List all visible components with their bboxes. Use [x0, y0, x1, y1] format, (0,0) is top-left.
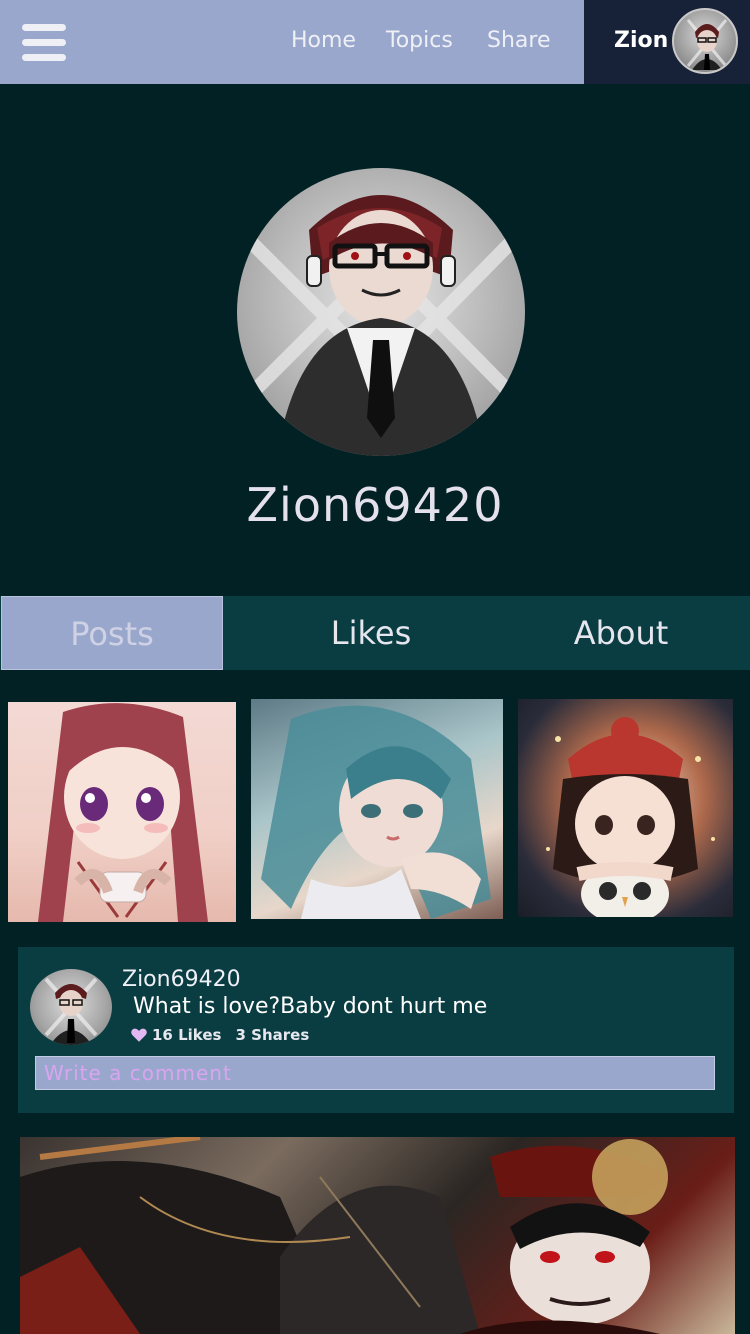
share-count: 3 Shares [235, 1026, 310, 1044]
profile-avatar [237, 168, 525, 456]
profile-username: Zion69420 [246, 478, 504, 532]
avatar-icon[interactable] [672, 8, 738, 74]
nav-home-link[interactable]: Home [291, 28, 356, 53]
post-author-name[interactable]: Zion69420 [122, 967, 241, 992]
post-text: What is love?Baby dont hurt me [133, 994, 488, 1019]
comment-input[interactable] [35, 1056, 715, 1090]
like-count: 16 Likes [152, 1026, 222, 1044]
post-stats: 16 Likes 3 Shares [130, 1026, 309, 1044]
tab-posts[interactable]: Posts [1, 596, 223, 670]
user-menu[interactable]: Zion [584, 0, 750, 84]
post-author-avatar[interactable] [30, 969, 112, 1045]
tab-about[interactable]: About [510, 596, 732, 670]
top-navigation-bar: Home Topics Share Zion [0, 0, 750, 84]
anime-girl-thumbnail[interactable] [8, 702, 236, 922]
hamburger-icon[interactable] [22, 24, 66, 62]
nav-share-link[interactable]: Share [487, 28, 551, 53]
current-user-name: Zion [614, 28, 669, 53]
profile-tabs: Posts Likes About [0, 596, 750, 670]
girl-with-owl-thumbnail[interactable] [518, 699, 733, 917]
tab-likes[interactable]: Likes [260, 596, 482, 670]
nav-topics-link[interactable]: Topics [386, 28, 453, 53]
post-card: Zion69420 What is love?Baby dont hurt me… [18, 947, 734, 1113]
heart-icon[interactable] [130, 1026, 148, 1044]
elf-girl-thumbnail[interactable] [251, 699, 503, 919]
post-image[interactable] [20, 1137, 735, 1334]
